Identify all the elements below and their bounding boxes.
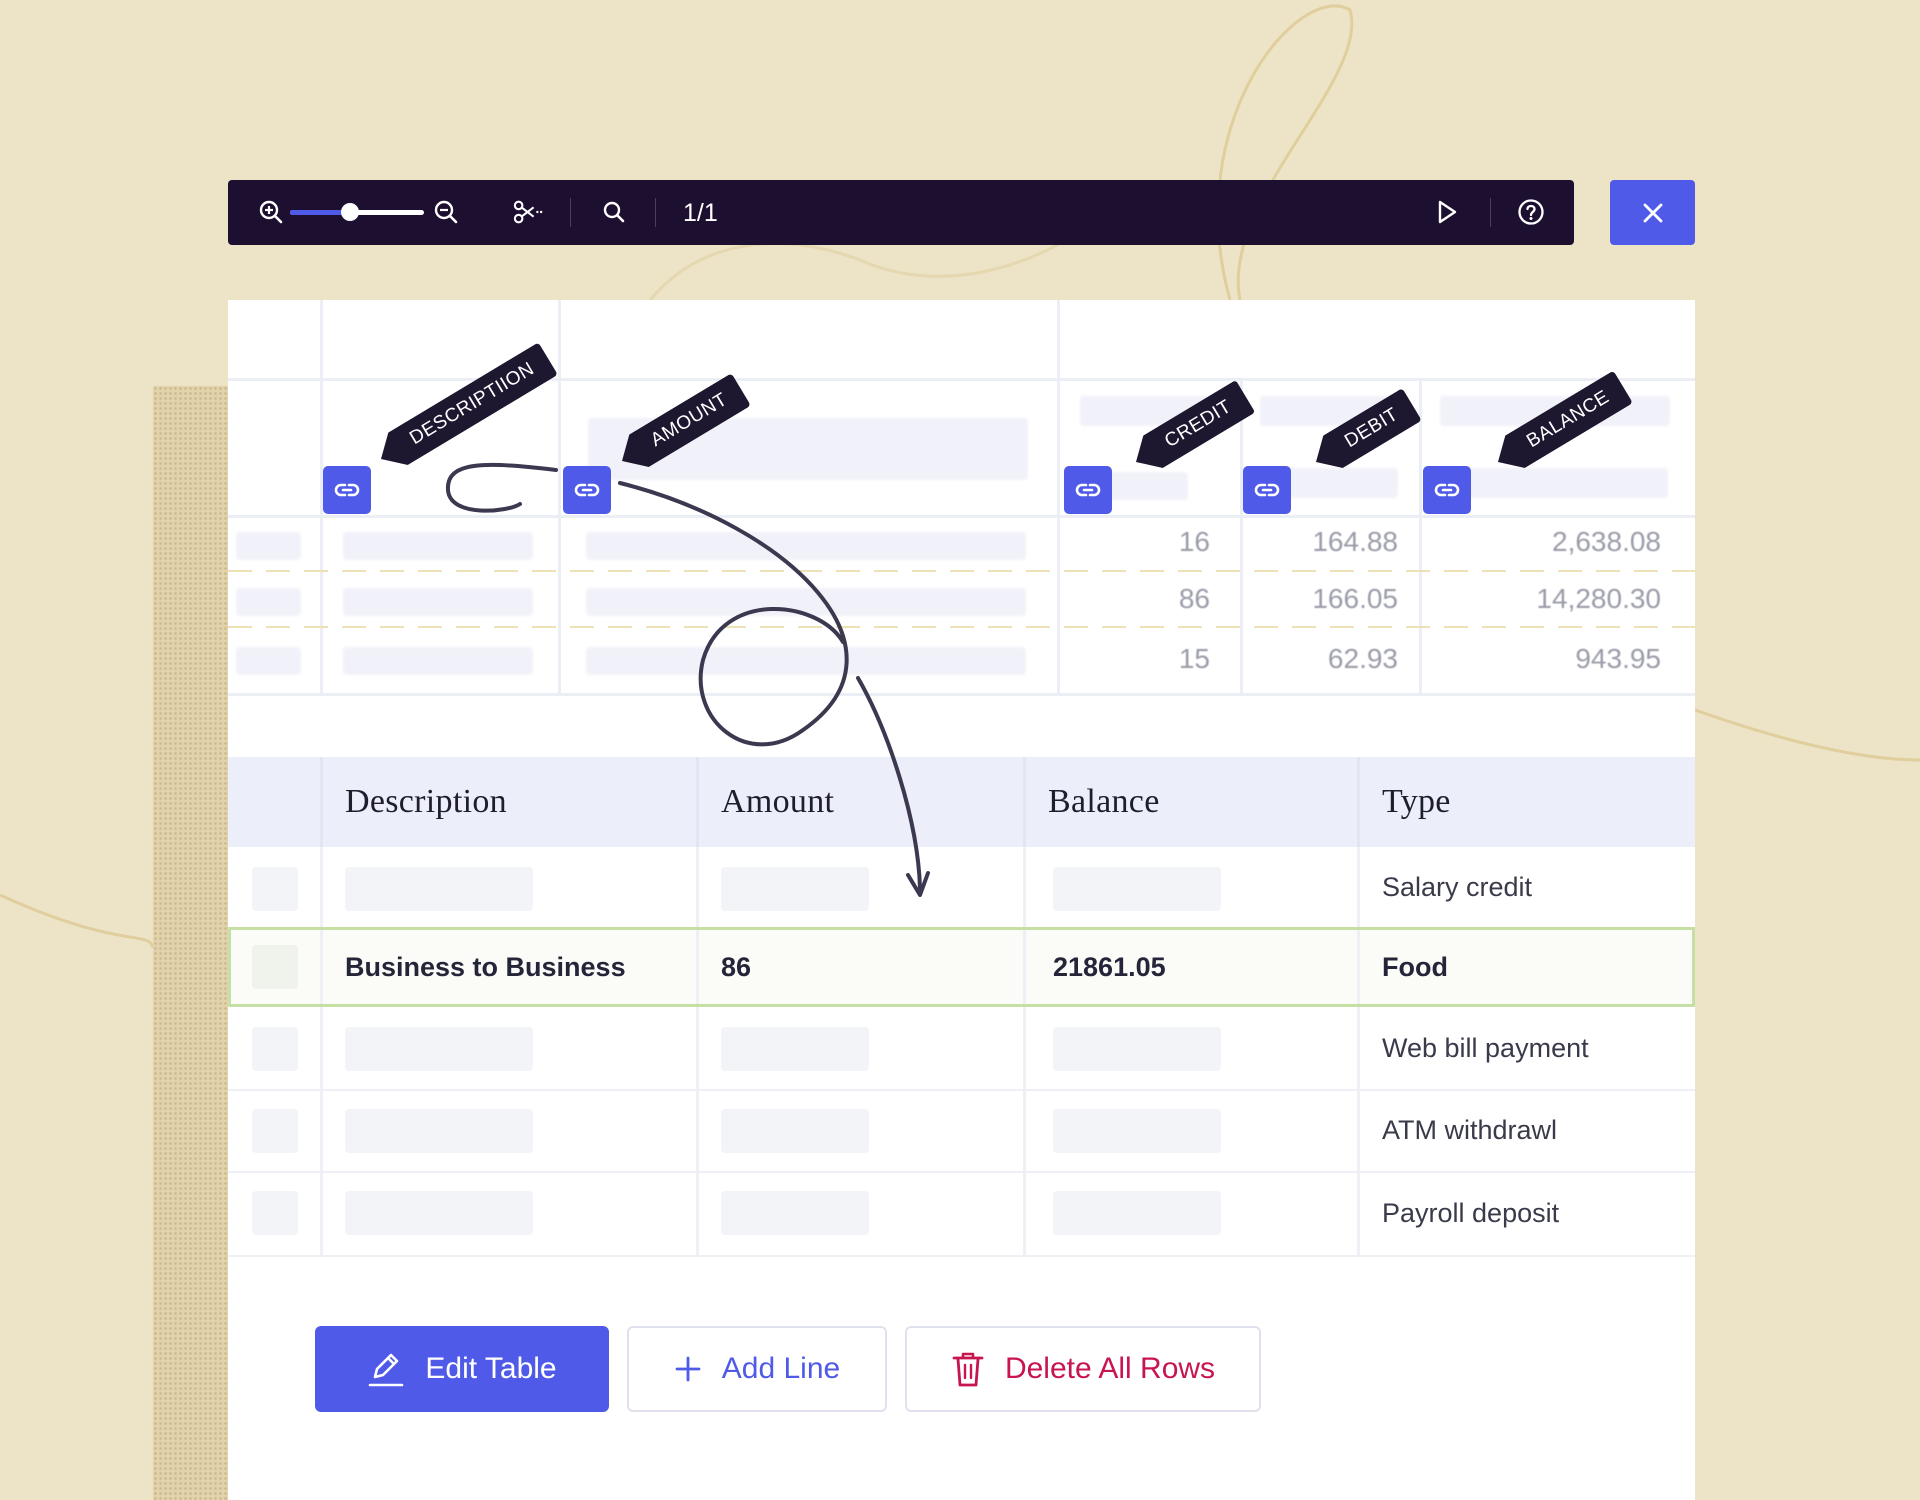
viewer-toolbar: 1/1 <box>228 180 1574 245</box>
cell-placeholder <box>721 1109 869 1153</box>
cell-placeholder <box>721 867 869 911</box>
table-row[interactable]: ATM withdrawl <box>228 1089 1695 1173</box>
delete-all-rows-button[interactable]: Delete All Rows <box>905 1326 1261 1412</box>
table-row-active[interactable]: Business to Business 86 21861.05 Food <box>228 927 1695 1007</box>
link-icon[interactable] <box>1243 466 1291 514</box>
column-tag-credit[interactable]: CREDIT <box>1126 380 1255 478</box>
close-icon <box>1643 203 1662 222</box>
toolbar-divider <box>655 198 656 227</box>
toolbar-divider <box>570 198 571 227</box>
doc-debit-value: 166.05 <box>1312 583 1398 614</box>
edit-table-button[interactable]: Edit Table <box>315 1326 609 1412</box>
play-icon[interactable] <box>1432 197 1462 227</box>
cell-type[interactable]: Web bill payment <box>1382 1007 1589 1089</box>
cell-placeholder <box>1053 867 1221 911</box>
cell-placeholder <box>1053 1191 1221 1235</box>
zoom-knob[interactable] <box>341 203 360 221</box>
textured-strip <box>153 386 228 1500</box>
table-header: Description Amount Balance Type <box>228 757 1695 847</box>
table-row[interactable]: Salary credit <box>228 847 1695 929</box>
document-preview: 16 164.88 2,638.08 86 166.05 14,280.30 1… <box>228 300 1695 700</box>
cell-placeholder <box>1053 1109 1221 1153</box>
doc-balance-value: 943.95 <box>1575 643 1661 674</box>
header-amount[interactable]: Amount <box>721 757 834 847</box>
table-row[interactable]: Web bill payment <box>228 1007 1695 1091</box>
trash-icon <box>952 1352 984 1387</box>
plus-icon <box>675 1356 701 1382</box>
doc-debit-value: 164.88 <box>1312 526 1398 557</box>
cell-type[interactable]: Salary credit <box>1382 847 1532 927</box>
pencil-icon <box>369 1353 404 1387</box>
help-icon[interactable] <box>1516 197 1546 227</box>
edit-table-label: Edit Table <box>425 1352 557 1385</box>
cell-amount[interactable]: 86 <box>721 930 751 1004</box>
doc-debit-value: 62.93 <box>1327 643 1398 674</box>
header-description[interactable]: Description <box>345 757 507 847</box>
doc-balance-value: 2,638.08 <box>1552 526 1661 557</box>
header-balance[interactable]: Balance <box>1048 757 1160 847</box>
delete-all-rows-label: Delete All Rows <box>1004 1352 1216 1385</box>
cell-type[interactable]: Food <box>1382 930 1448 1004</box>
cell-placeholder <box>345 867 533 911</box>
cell-description[interactable]: Business to Business <box>345 930 626 1004</box>
link-icon[interactable] <box>1423 466 1471 514</box>
toolbar-divider <box>1490 198 1491 227</box>
page-counter: 1/1 <box>683 199 718 227</box>
header-type[interactable]: Type <box>1382 757 1451 847</box>
cell-type[interactable]: ATM withdrawl <box>1382 1089 1557 1171</box>
zoom-out-icon[interactable] <box>431 197 461 227</box>
table-row[interactable]: Payroll deposit <box>228 1171 1695 1257</box>
row-checkbox[interactable] <box>252 1109 298 1153</box>
cell-placeholder <box>721 1027 869 1071</box>
link-icon[interactable] <box>563 466 611 514</box>
cell-balance[interactable]: 21861.05 <box>1053 930 1166 1004</box>
row-checkbox[interactable] <box>252 1191 298 1235</box>
zoom-in-icon[interactable] <box>256 197 286 227</box>
cell-placeholder <box>1053 1027 1221 1071</box>
doc-credit-value: 15 <box>1178 643 1210 674</box>
doc-credit-value: 16 <box>1178 526 1210 557</box>
search-icon[interactable] <box>599 197 629 227</box>
link-icon[interactable] <box>1064 466 1112 514</box>
cell-placeholder <box>345 1191 533 1235</box>
add-line-label: Add Line <box>721 1352 841 1385</box>
cell-placeholder <box>345 1027 533 1071</box>
scissors-icon[interactable] <box>513 197 543 227</box>
column-tag-description[interactable]: DESCRIPTIION <box>371 342 558 475</box>
doc-balance-value: 14,280.30 <box>1536 583 1661 614</box>
cell-placeholder <box>721 1191 869 1235</box>
cell-type[interactable]: Payroll deposit <box>1382 1171 1559 1255</box>
row-checkbox[interactable] <box>252 945 298 989</box>
extraction-card: 16 164.88 2,638.08 86 166.05 14,280.30 1… <box>228 300 1695 1500</box>
close-button[interactable] <box>1610 180 1695 245</box>
doc-credit-value: 86 <box>1178 583 1210 614</box>
zoom-slider[interactable] <box>290 203 424 221</box>
link-icon[interactable] <box>323 466 371 514</box>
add-line-button[interactable]: Add Line <box>627 1326 887 1412</box>
row-checkbox[interactable] <box>252 1027 298 1071</box>
cell-placeholder <box>345 1109 533 1153</box>
row-checkbox[interactable] <box>252 867 298 911</box>
